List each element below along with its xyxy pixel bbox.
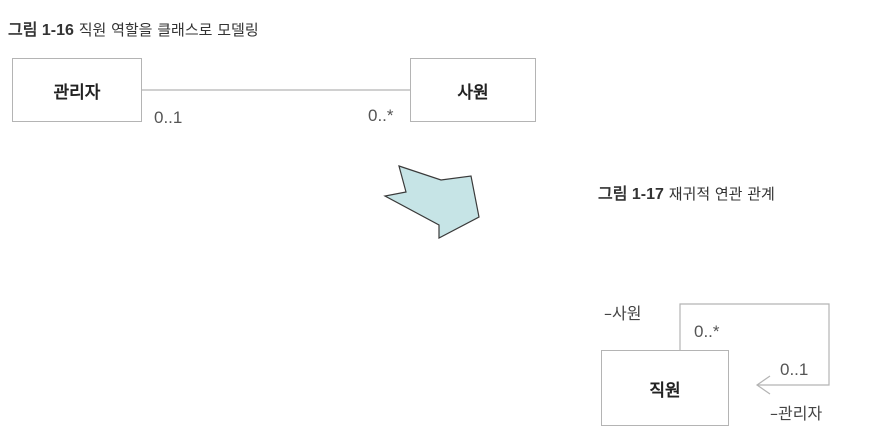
figure-17-label: 그림 1-17 <box>598 186 664 203</box>
class-staff: 사원 <box>410 58 536 122</box>
figure-17-caption: 그림 1-17 재귀적 연관 관계 <box>598 180 775 204</box>
role-manager-label: –관리자 <box>770 404 823 423</box>
right-multiplicity: 0..* <box>368 106 394 125</box>
figure-17-number: 1-17 <box>631 186 664 203</box>
class-manager: 관리자 <box>12 58 142 122</box>
class-employee: 직원 <box>601 350 729 426</box>
class-employee-label: 직원 <box>649 380 681 401</box>
class-staff-label: 사원 <box>457 82 489 103</box>
figure-17-title: 재귀적 연관 관계 <box>668 185 775 203</box>
role-staff-label: –사원 <box>604 304 642 323</box>
figure-17-prefix: 그림 <box>598 186 628 203</box>
recursive-multiplicity-one: 0..1 <box>780 360 809 379</box>
recursive-multiplicity-many: 0..* <box>694 322 720 341</box>
transition-arrow <box>383 165 480 239</box>
left-multiplicity: 0..1 <box>154 108 183 127</box>
class-manager-label: 관리자 <box>53 82 101 103</box>
